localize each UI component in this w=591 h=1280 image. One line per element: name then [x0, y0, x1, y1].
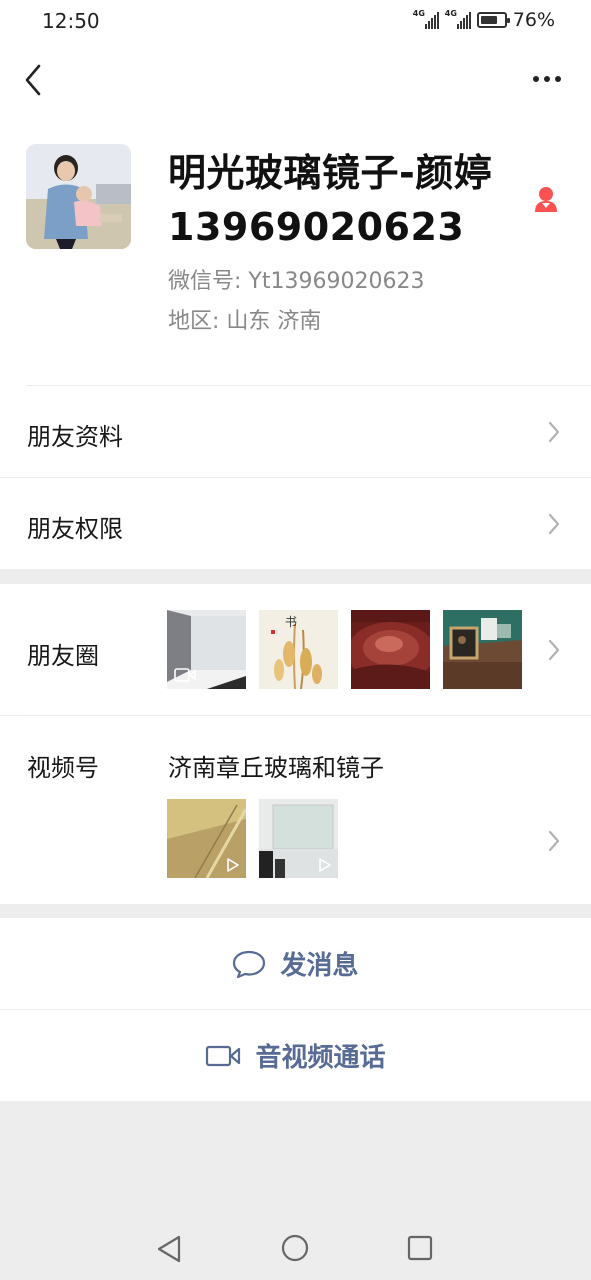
more-button[interactable]	[527, 66, 567, 92]
more-dots-icon	[533, 76, 539, 82]
contact-name: 明光玻璃镜子-颜婷13969020623	[168, 151, 493, 249]
friend-permissions-row[interactable]: 朋友权限	[0, 478, 591, 569]
wechat-id: 微信号: Yt13969020623	[168, 269, 425, 294]
avatar[interactable]	[26, 144, 131, 249]
back-button[interactable]	[18, 60, 48, 100]
recents-square-icon[interactable]	[407, 1235, 433, 1261]
svg-text:书: 书	[285, 615, 297, 629]
friend-profile-label: 朋友资料	[27, 423, 123, 451]
chevron-right-icon	[548, 639, 560, 661]
channels-name: 济南章丘玻璃和镜子	[168, 754, 384, 782]
network-type-label: 4G	[412, 9, 425, 18]
channels-thumbnail	[259, 799, 338, 878]
video-call-label: 音视频通话	[255, 1043, 386, 1073]
signal-icon: 4G	[444, 9, 471, 29]
channels-row[interactable]: 视频号 济南章丘玻璃和镜子	[0, 716, 591, 904]
signal-icon: 4G	[412, 9, 439, 29]
moments-thumbnail	[351, 610, 430, 689]
network-type-label: 4G	[444, 9, 457, 18]
moments-thumbnail: 书	[259, 610, 338, 689]
region: 地区: 山东 济南	[168, 309, 322, 334]
avatar-photo	[26, 144, 131, 249]
chevron-right-icon	[548, 513, 560, 535]
play-icon	[319, 858, 331, 872]
send-message-label: 发消息	[280, 951, 359, 981]
moments-label: 朋友圈	[27, 642, 99, 670]
video-camera-icon	[206, 1045, 241, 1066]
status-bar: 12:50 4G 4G 76%	[0, 0, 591, 42]
system-navigation-bar	[0, 1200, 591, 1280]
send-message-button[interactable]: 发消息	[0, 918, 591, 1009]
chat-bubble-icon	[233, 950, 266, 978]
channels-label: 视频号	[27, 754, 99, 782]
moments-thumbnail	[167, 610, 246, 689]
profile-header: 明光玻璃镜子-颜婷13969020623 微信号: Yt13969020623 …	[0, 116, 591, 386]
play-icon	[227, 858, 239, 872]
chevron-left-icon	[25, 64, 41, 96]
chevron-right-icon	[548, 421, 560, 443]
nav-bar	[0, 42, 591, 116]
back-triangle-icon[interactable]	[156, 1235, 182, 1263]
channels-thumbnail	[167, 799, 246, 878]
friend-profile-row[interactable]: 朋友资料	[0, 386, 591, 477]
moments-row[interactable]: 朋友圈 书	[0, 584, 591, 715]
status-indicators: 4G 4G 76%	[413, 9, 555, 31]
friend-permissions-label: 朋友权限	[27, 515, 123, 543]
female-icon	[535, 187, 557, 212]
video-icon	[174, 668, 196, 682]
battery-percent: 76%	[512, 9, 555, 31]
video-call-button[interactable]: 音视频通话	[0, 1010, 591, 1101]
status-time: 12:50	[42, 9, 100, 33]
moments-thumbnail	[443, 610, 522, 689]
home-circle-icon[interactable]	[281, 1234, 309, 1262]
chevron-right-icon	[548, 830, 560, 852]
battery-icon	[476, 12, 510, 28]
